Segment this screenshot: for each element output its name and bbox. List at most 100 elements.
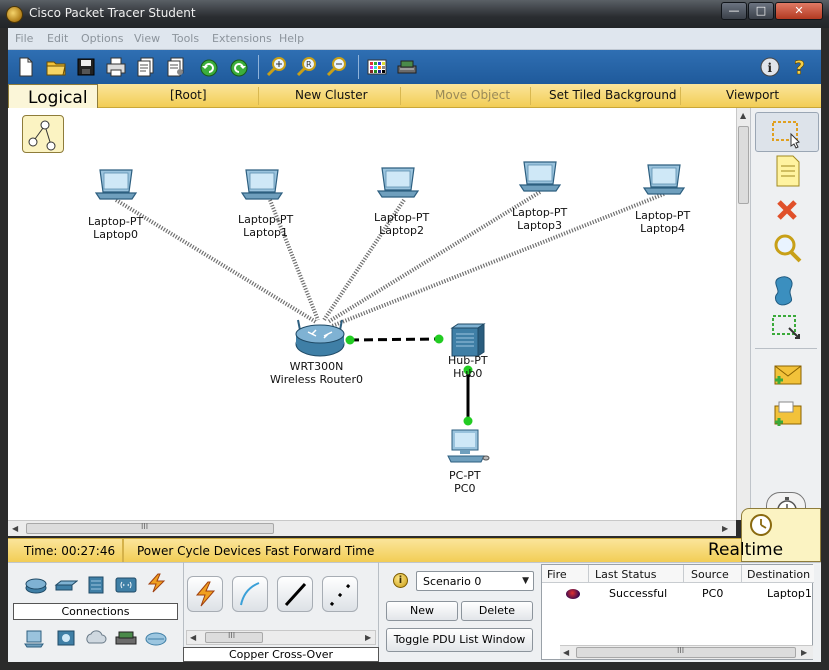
scroll-left-icon[interactable]: ◀: [563, 648, 569, 657]
horizontal-scroll-thumb[interactable]: III: [26, 522, 274, 534]
column-header-fire[interactable]: Fire: [547, 568, 567, 581]
end-devices-category-icon[interactable]: [24, 629, 48, 649]
zoom-in-icon[interactable]: [266, 56, 288, 78]
menu-view[interactable]: View: [134, 32, 160, 45]
window-title: Cisco Packet Tracer Student: [29, 6, 196, 20]
scroll-left-icon[interactable]: ◀: [12, 524, 18, 533]
zoom-reset-icon[interactable]: R: [296, 56, 318, 78]
palette-icon[interactable]: [366, 56, 388, 78]
laptop1-icon[interactable]: [241, 169, 283, 200]
new-file-icon[interactable]: [15, 56, 37, 78]
connections-category-icon[interactable]: [144, 573, 168, 593]
routers-category-icon[interactable]: [24, 575, 48, 595]
vertical-scroll-thumb[interactable]: [738, 126, 749, 204]
delete-icon[interactable]: [765, 194, 809, 228]
wireless-devices-category-icon[interactable]: [114, 575, 138, 595]
help-icon[interactable]: ?: [789, 56, 811, 78]
scroll-up-icon[interactable]: ▲: [740, 111, 746, 120]
copper-cross-over-button[interactable]: [322, 576, 358, 612]
resize-icon[interactable]: [765, 312, 809, 346]
laptop4-icon[interactable]: [643, 164, 685, 195]
connections-scroll-thumb[interactable]: III: [205, 631, 263, 643]
canvas-vertical-scrollbar[interactable]: ▲: [736, 108, 750, 520]
scroll-right-icon[interactable]: ▶: [801, 648, 807, 657]
scroll-left-icon[interactable]: ◀: [190, 633, 196, 642]
workspace-separator: [530, 87, 531, 105]
pdu-fire-icon[interactable]: [566, 589, 580, 599]
minimize-button[interactable]: —: [721, 2, 747, 20]
scenario-dropdown[interactable]: Scenario 0 ▼: [416, 571, 534, 591]
menu-help[interactable]: Help: [279, 32, 304, 45]
logical-tab-label: Logical: [28, 88, 88, 108]
app-window: Cisco Packet Tracer Student — □ ✕ File E…: [0, 0, 829, 670]
menu-extensions[interactable]: Extensions: [212, 32, 272, 45]
open-folder-icon[interactable]: [45, 56, 67, 78]
new-cluster-button[interactable]: New Cluster: [295, 88, 368, 102]
column-header-source[interactable]: Source: [691, 568, 729, 581]
custom-device-icon[interactable]: [396, 56, 418, 78]
router-hub-link[interactable]: [349, 337, 440, 342]
device-category-label: Connections: [13, 603, 178, 620]
zoom-out-icon[interactable]: [326, 56, 348, 78]
redo-icon[interactable]: [228, 56, 250, 78]
menu-edit[interactable]: Edit: [47, 32, 68, 45]
add-simple-pdu-icon[interactable]: [765, 358, 809, 392]
wan-emulation-category-icon[interactable]: [84, 629, 108, 649]
pc-icon[interactable]: [447, 429, 490, 463]
console-cable-button[interactable]: [232, 576, 268, 612]
copper-straight-through-button[interactable]: [277, 576, 313, 612]
new-scenario-button[interactable]: New: [386, 601, 458, 621]
note-icon[interactable]: [765, 154, 809, 188]
toggle-pdu-list-button[interactable]: Toggle PDU List Window: [386, 628, 533, 652]
laptop2-icon[interactable]: [377, 167, 419, 198]
pdu-icon[interactable]: [165, 56, 187, 78]
security-category-icon[interactable]: [54, 629, 78, 649]
switches-category-icon[interactable]: [54, 575, 78, 595]
maximize-button[interactable]: □: [748, 2, 774, 20]
save-icon[interactable]: [75, 56, 97, 78]
wireless-router-icon[interactable]: [295, 319, 345, 357]
scroll-right-icon[interactable]: ▶: [722, 524, 728, 533]
select-tool-icon[interactable]: [765, 116, 809, 150]
time-bar-separator: [122, 539, 124, 563]
menu-options[interactable]: Options: [81, 32, 123, 45]
scroll-right-icon[interactable]: ▶: [365, 633, 371, 642]
main-toolbar: R i ?: [8, 50, 821, 84]
draw-shape-icon[interactable]: [765, 272, 809, 306]
scenario-info-icon[interactable]: i: [393, 573, 408, 588]
logical-workspace-canvas[interactable]: Laptop-PT Laptop0 Laptop-PT Laptop1 Lapt…: [8, 108, 736, 520]
info-icon[interactable]: i: [759, 56, 781, 78]
print-icon[interactable]: [105, 56, 127, 78]
canvas-horizontal-scrollbar[interactable]: ◀ III ▶: [8, 520, 736, 536]
inspect-icon[interactable]: [765, 232, 809, 266]
auto-connection-button[interactable]: [187, 576, 223, 612]
power-cycle-devices-button[interactable]: Power Cycle Devices: [137, 544, 261, 558]
common-tools-bar: [750, 108, 821, 538]
move-object-button[interactable]: Move Object: [435, 88, 510, 102]
pdu-list-scrollbar[interactable]: ◀ III ▶: [560, 645, 813, 659]
hubs-category-icon[interactable]: [84, 575, 108, 595]
close-button[interactable]: ✕: [775, 2, 823, 20]
laptop0-icon[interactable]: [95, 169, 137, 200]
device-name: Laptop4: [640, 222, 686, 235]
column-header-last-status[interactable]: Last Status: [595, 568, 656, 581]
pdu-scroll-thumb[interactable]: III: [576, 646, 796, 658]
column-header-destination[interactable]: Destination: [747, 568, 810, 581]
multiuser-category-icon[interactable]: [144, 629, 168, 649]
laptop3-icon[interactable]: [519, 161, 561, 192]
viewport-button[interactable]: Viewport: [726, 88, 779, 102]
set-tiled-background-button[interactable]: Set Tiled Background: [549, 88, 677, 102]
connections-scrollbar[interactable]: ◀ III ▶: [186, 630, 376, 645]
logical-view-icon[interactable]: [22, 115, 64, 153]
add-complex-pdu-icon[interactable]: [765, 398, 809, 432]
undo-icon[interactable]: [198, 56, 220, 78]
activity-wizard-icon[interactable]: [135, 56, 157, 78]
menu-file[interactable]: File: [15, 32, 33, 45]
custom-devices-category-icon[interactable]: [114, 629, 138, 649]
root-button[interactable]: [Root]: [170, 88, 207, 102]
delete-scenario-button[interactable]: Delete: [461, 601, 533, 621]
hub-icon[interactable]: [450, 323, 486, 357]
device-name: Laptop3: [517, 219, 563, 232]
fast-forward-time-button[interactable]: Fast Forward Time: [265, 544, 374, 558]
menu-tools[interactable]: Tools: [172, 32, 199, 45]
